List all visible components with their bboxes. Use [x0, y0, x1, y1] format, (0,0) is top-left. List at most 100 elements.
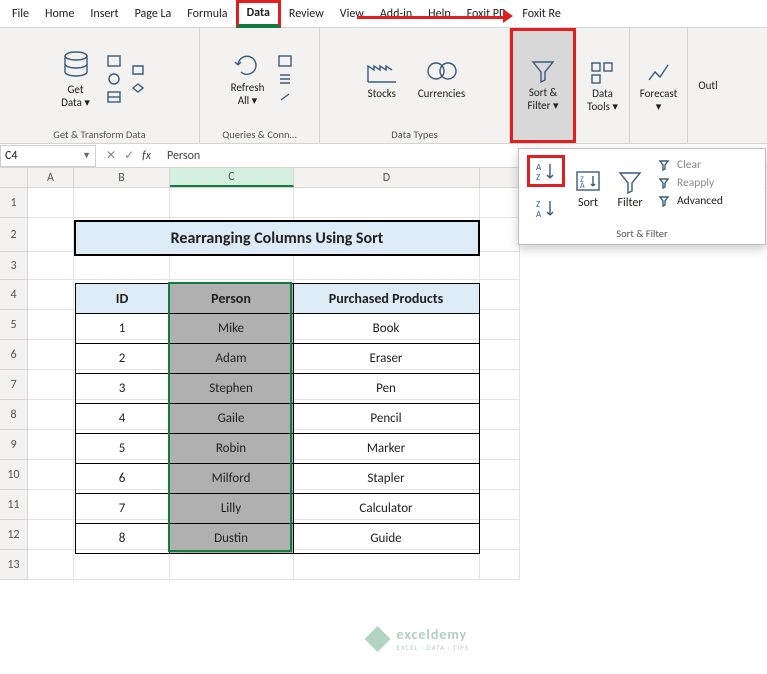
column-header-B[interactable]: B [74, 168, 170, 187]
get-data-button[interactable]: Get Data ▾ [53, 44, 99, 113]
existing-conn-icon[interactable] [129, 80, 147, 96]
cell[interactable] [480, 490, 520, 520]
cell-id[interactable]: 7 [75, 493, 169, 523]
cell[interactable] [480, 310, 520, 340]
currencies-button[interactable]: Currencies [412, 52, 471, 105]
cell-person[interactable]: Robin [169, 433, 293, 463]
column-header-A[interactable]: A [28, 168, 74, 187]
cell-id[interactable]: 4 [75, 403, 169, 433]
cell-product[interactable]: Calculator [293, 493, 479, 523]
from-table-icon[interactable] [105, 89, 123, 105]
sort-za-button[interactable]: ZA [527, 193, 565, 223]
from-web-icon[interactable] [105, 71, 123, 87]
row-header-3[interactable]: 3 [0, 252, 28, 280]
cell-person[interactable]: Adam [169, 343, 293, 373]
select-all-corner[interactable] [0, 168, 28, 187]
enter-icon[interactable]: ✓ [124, 148, 134, 163]
cell[interactable] [28, 460, 74, 490]
cell-id[interactable]: 2 [75, 343, 169, 373]
cell[interactable] [28, 490, 74, 520]
filter-button[interactable]: Filter [611, 155, 649, 223]
cell[interactable] [480, 400, 520, 430]
row-header-11[interactable]: 11 [0, 490, 28, 520]
cell-id[interactable]: 1 [75, 313, 169, 343]
edit-links-icon[interactable] [276, 89, 294, 105]
cell[interactable] [28, 310, 74, 340]
tab-home[interactable]: Home [37, 0, 82, 28]
row-header-8[interactable]: 8 [0, 400, 28, 430]
sort-az-button[interactable]: AZ [527, 155, 565, 187]
cell[interactable] [28, 550, 74, 580]
row-header-7[interactable]: 7 [0, 370, 28, 400]
tab-add-in[interactable]: Add-in [372, 0, 420, 28]
cell[interactable] [294, 550, 480, 580]
tab-formula[interactable]: Formula [179, 0, 235, 28]
cell[interactable] [170, 550, 294, 580]
cell[interactable] [28, 188, 74, 218]
tab-foxit-re[interactable]: Foxit Re [514, 0, 568, 28]
properties-icon[interactable] [276, 71, 294, 87]
fx-icon[interactable]: fx [142, 149, 151, 163]
tab-data[interactable]: Data [236, 0, 281, 28]
cell[interactable] [480, 460, 520, 490]
cell[interactable] [28, 252, 74, 280]
row-header-1[interactable]: 1 [0, 188, 28, 218]
cell[interactable] [28, 400, 74, 430]
cell-person[interactable]: Lilly [169, 493, 293, 523]
cell[interactable] [480, 430, 520, 460]
cell[interactable] [28, 520, 74, 550]
cell[interactable] [170, 188, 294, 218]
cell[interactable] [480, 370, 520, 400]
cell[interactable] [28, 430, 74, 460]
tab-insert[interactable]: Insert [82, 0, 126, 28]
cell[interactable] [74, 550, 170, 580]
cell[interactable] [480, 550, 520, 580]
cell-id[interactable]: 3 [75, 373, 169, 403]
from-text-icon[interactable] [105, 53, 123, 69]
reapply-button[interactable]: Reapply [653, 175, 727, 191]
row-header-9[interactable]: 9 [0, 430, 28, 460]
row-header-4[interactable]: 4 [0, 280, 28, 310]
refresh-all-button[interactable]: Refresh All ▾ [225, 46, 271, 111]
data-tools-button[interactable]: Data Tools ▾ [581, 56, 624, 117]
cell[interactable] [28, 218, 74, 252]
row-header-5[interactable]: 5 [0, 310, 28, 340]
tab-review[interactable]: Review [281, 0, 332, 28]
cancel-icon[interactable]: ✕ [106, 148, 116, 163]
queries-conn-icon[interactable] [276, 53, 294, 69]
row-header-2[interactable]: 2 [0, 218, 28, 252]
cell-id[interactable]: 5 [75, 433, 169, 463]
forecast-button[interactable]: Forecast ▾ [634, 56, 684, 117]
sort-button[interactable]: ZA Sort [569, 155, 607, 223]
row-header-13[interactable]: 13 [0, 550, 28, 580]
row-header-12[interactable]: 12 [0, 520, 28, 550]
cell-product[interactable]: Marker [293, 433, 479, 463]
advanced-button[interactable]: Advanced [653, 193, 727, 209]
name-box[interactable]: C4 ▼ [0, 145, 96, 167]
cell[interactable] [28, 370, 74, 400]
row-header-10[interactable]: 10 [0, 460, 28, 490]
cell-person[interactable]: Stephen [169, 373, 293, 403]
cell-product[interactable]: Book [293, 313, 479, 343]
tab-page-la[interactable]: Page La [127, 0, 180, 28]
stocks-button[interactable]: Stocks [358, 52, 406, 105]
row-header-6[interactable]: 6 [0, 340, 28, 370]
outline-button[interactable]: Outl [692, 76, 723, 97]
cell-product[interactable]: Guide [293, 523, 479, 553]
column-header-C[interactable]: C [170, 168, 294, 187]
sort-filter-button[interactable]: Sort & Filter ▾ [522, 53, 565, 116]
tab-file[interactable]: File [4, 0, 37, 28]
cell-person[interactable]: Mike [169, 313, 293, 343]
cell-person[interactable]: Dustin [169, 523, 293, 553]
cell[interactable] [28, 340, 74, 370]
cell-product[interactable]: Stapler [293, 463, 479, 493]
cell-person[interactable]: Milford [169, 463, 293, 493]
clear-button[interactable]: Clear [653, 157, 727, 173]
cell-product[interactable]: Pen [293, 373, 479, 403]
cell[interactable] [480, 520, 520, 550]
tab-help[interactable]: Help [420, 0, 459, 28]
cell[interactable] [294, 188, 480, 218]
cell[interactable] [480, 188, 520, 218]
cell-product[interactable]: Eraser [293, 343, 479, 373]
cell-id[interactable]: 8 [75, 523, 169, 553]
